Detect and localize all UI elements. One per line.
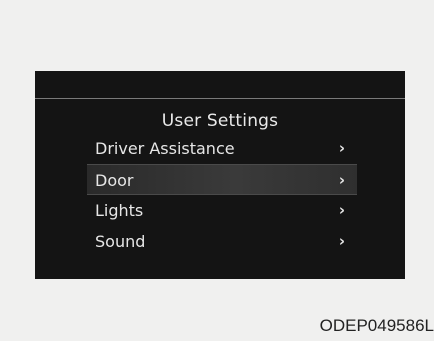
menu-item-label: Sound <box>95 232 146 251</box>
figure-code: ODEP049586L <box>319 316 434 335</box>
menu-item-label: Driver Assistance <box>95 139 235 158</box>
display-panel: User Settings Driver Assistance › Door ›… <box>35 71 405 279</box>
chevron-right-icon: › <box>338 232 346 250</box>
menu-item-door[interactable]: Door › <box>87 164 357 195</box>
menu-item-lights[interactable]: Lights › <box>87 195 357 226</box>
menu-item-driver-assistance[interactable]: Driver Assistance › <box>87 133 357 164</box>
chevron-right-icon: › <box>338 201 346 219</box>
screen-title: User Settings <box>161 111 279 131</box>
chevron-right-icon: › <box>338 171 346 189</box>
status-bar <box>35 71 405 99</box>
settings-menu: Driver Assistance › Door › Lights › Soun… <box>87 133 357 257</box>
menu-item-sound[interactable]: Sound › <box>87 226 357 257</box>
menu-item-label: Door <box>95 171 134 190</box>
menu-item-label: Lights <box>95 201 144 220</box>
chevron-right-icon: › <box>338 139 346 157</box>
